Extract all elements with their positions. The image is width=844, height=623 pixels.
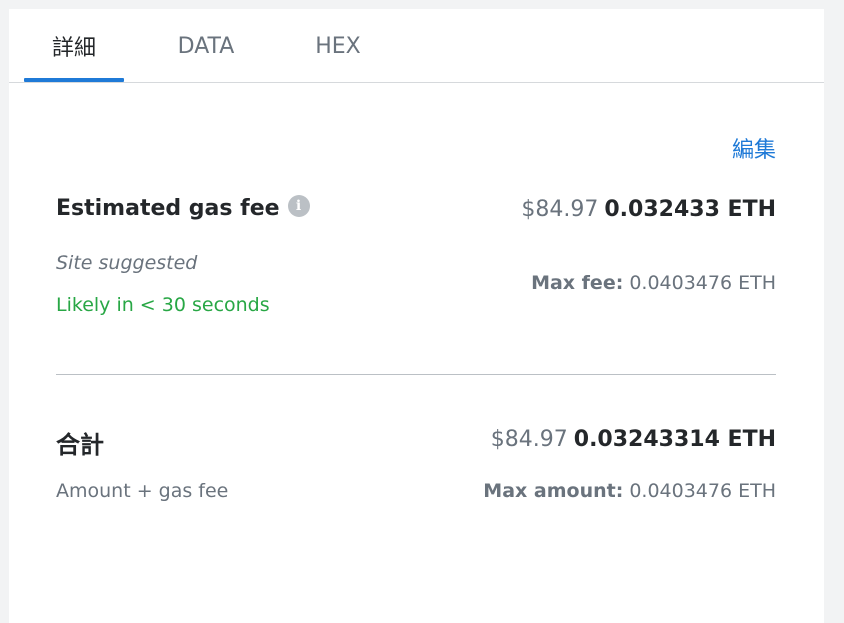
total-crypto: 0.03243314 ETH bbox=[573, 427, 776, 452]
max-amount: Max amount: 0.0403476 ETH bbox=[483, 480, 776, 502]
total-amount: $84.97 0.03243314 ETH bbox=[491, 427, 776, 452]
max-fee-value: 0.0403476 ETH bbox=[629, 272, 776, 294]
tab-details[interactable]: 詳細 bbox=[24, 9, 124, 83]
likely-time-label: Likely in < 30 seconds bbox=[56, 294, 270, 316]
active-tab-indicator bbox=[24, 78, 124, 82]
edit-button[interactable]: 編集 bbox=[732, 132, 776, 164]
total-fiat: $84.97 bbox=[490, 427, 568, 452]
total-title: 合計 bbox=[56, 431, 104, 459]
total-subtitle: Amount + gas fee bbox=[56, 480, 229, 502]
info-icon[interactable]: i bbox=[287, 194, 310, 217]
max-fee: Max fee: 0.0403476 ETH bbox=[531, 272, 776, 294]
max-fee-label: Max fee: bbox=[531, 272, 624, 294]
tab-data[interactable]: DATA bbox=[156, 9, 256, 83]
section-divider bbox=[56, 374, 776, 375]
gas-fee-crypto: 0.032433 ETH bbox=[604, 197, 776, 222]
tab-bar: 詳細 DATA HEX bbox=[9, 9, 824, 83]
gas-fee-heading: Estimated gas fee i bbox=[56, 194, 310, 221]
gas-fee-title: Estimated gas fee bbox=[56, 196, 280, 221]
max-amount-value: 0.0403476 ETH bbox=[629, 480, 776, 502]
max-amount-label: Max amount: bbox=[483, 480, 624, 502]
gas-fee-fiat: $84.97 bbox=[521, 197, 599, 222]
tab-hex[interactable]: HEX bbox=[288, 9, 388, 83]
transaction-details-panel: 詳細 DATA HEX 編集 Estimated gas fee i $84.9… bbox=[9, 9, 824, 623]
site-suggested-label: Site suggested bbox=[56, 252, 198, 274]
gas-fee-amount: $84.97 0.032433 ETH bbox=[521, 197, 776, 222]
